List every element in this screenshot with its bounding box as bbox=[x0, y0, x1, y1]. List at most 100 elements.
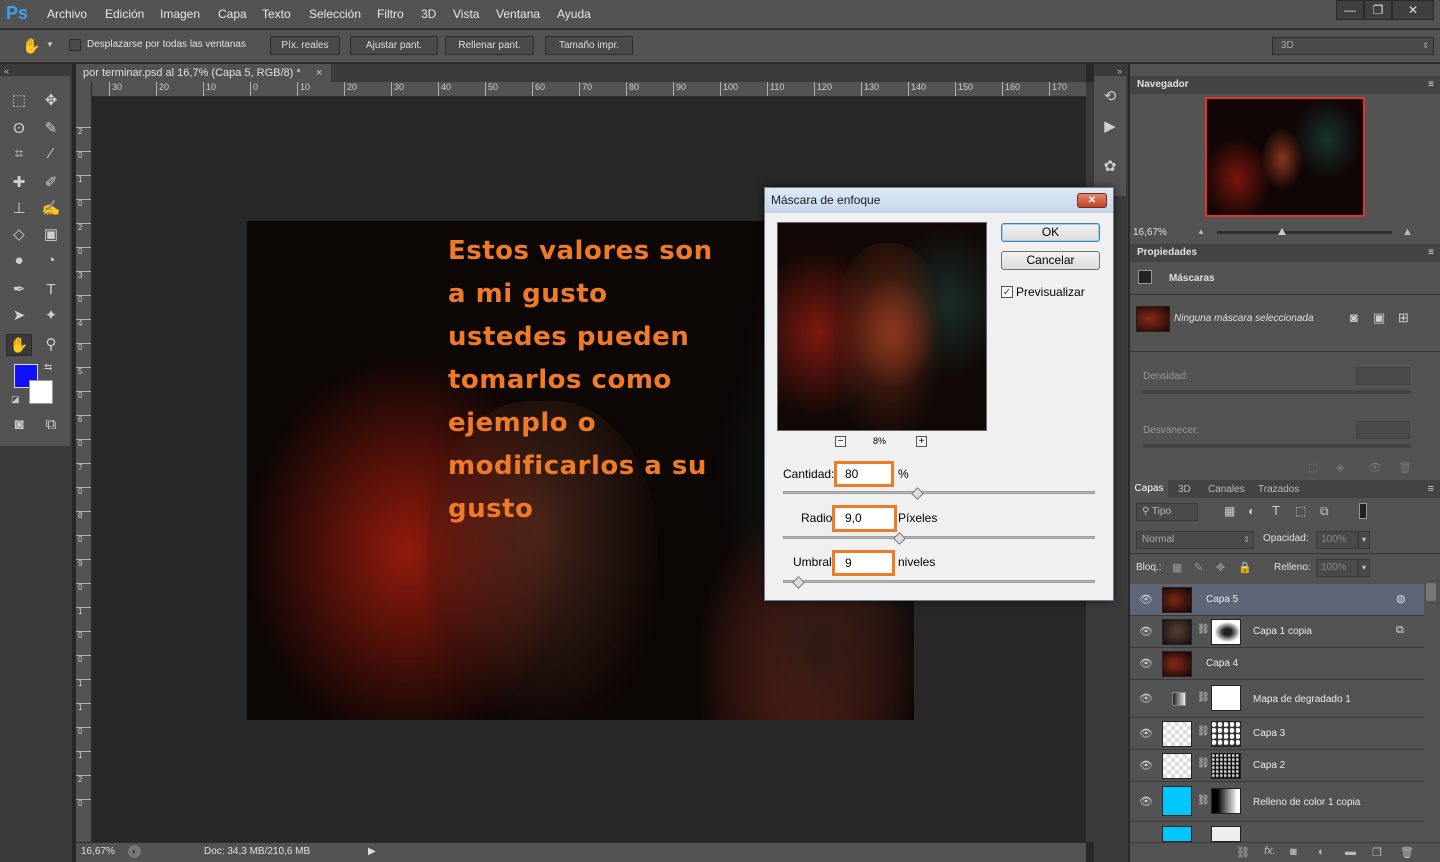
apply-mask-icon[interactable]: ◈ bbox=[1336, 461, 1344, 474]
radius-slider-thumb[interactable] bbox=[893, 532, 906, 545]
tab-capas[interactable]: Capas bbox=[1130, 480, 1168, 498]
load-selection-icon[interactable]: ⬚ bbox=[1308, 461, 1318, 474]
visibility-eye-icon[interactable]: 👁 bbox=[1139, 625, 1153, 639]
shape-tool-icon[interactable]: ✦ bbox=[40, 305, 62, 327]
layer-mask-thumbnail[interactable] bbox=[1211, 788, 1241, 814]
status-info-icon[interactable]: ◐ bbox=[128, 845, 141, 858]
adjustment-layer-icon[interactable]: ◐ bbox=[1318, 846, 1325, 858]
menu-ventana[interactable]: Ventana bbox=[496, 7, 540, 21]
clone-stamp-tool-icon[interactable]: ⊥ bbox=[8, 198, 30, 220]
dialog-close-button[interactable]: ✕ bbox=[1077, 193, 1107, 208]
radius-slider[interactable] bbox=[783, 536, 1095, 539]
panel-menu-icon[interactable]: ≡ bbox=[1428, 244, 1434, 262]
opacity-field[interactable]: 100% bbox=[1316, 531, 1358, 549]
density-field[interactable] bbox=[1356, 367, 1410, 385]
menu-capa[interactable]: Capa bbox=[218, 7, 247, 21]
delete-mask-icon[interactable]: 🗑 bbox=[1398, 461, 1412, 474]
lock-position-icon[interactable]: ✥ bbox=[1216, 561, 1225, 574]
threshold-slider-thumb[interactable] bbox=[792, 576, 805, 589]
hand-tool-active-icon[interactable]: ✋ bbox=[6, 334, 32, 356]
eyedropper-tool-icon[interactable]: ⁄ bbox=[40, 143, 62, 165]
tab-close-icon[interactable]: × bbox=[316, 64, 322, 82]
filter-pixel-icon[interactable]: ▦ bbox=[1224, 504, 1235, 518]
layer-filter-select[interactable]: ⚲ Tipo bbox=[1136, 503, 1198, 521]
actions-panel-icon[interactable]: ▶ bbox=[1099, 116, 1121, 138]
opacity-dropdown-icon[interactable]: ▾ bbox=[1358, 531, 1370, 549]
select-pixel-mask-icon[interactable]: ◙ bbox=[1350, 310, 1358, 325]
menu-texto[interactable]: Texto bbox=[262, 7, 291, 21]
layer-name[interactable]: Capa 5 bbox=[1206, 594, 1238, 605]
filter-smart-object-icon[interactable]: ⧉ bbox=[1320, 504, 1329, 519]
workspace-select[interactable]: 3D ⇕ bbox=[1272, 37, 1434, 55]
amount-slider[interactable] bbox=[783, 491, 1095, 494]
add-mask-icon[interactable]: ◙ bbox=[1290, 846, 1297, 858]
move-tool-icon[interactable]: ✥ bbox=[40, 90, 62, 112]
layer-name[interactable]: Capa 3 bbox=[1253, 728, 1285, 739]
layer-row[interactable]: 👁 ⛓ Relleno de color 1 copia bbox=[1130, 782, 1424, 822]
disable-mask-icon[interactable]: 👁 bbox=[1368, 461, 1382, 474]
add-pixel-mask-icon[interactable]: ▣ bbox=[1373, 310, 1385, 326]
scroll-all-checkbox[interactable] bbox=[69, 39, 81, 51]
quick-mask-icon[interactable]: ◙ bbox=[8, 414, 30, 436]
link-layers-icon[interactable]: ⛓ bbox=[1236, 846, 1250, 859]
background-color-swatch[interactable] bbox=[29, 380, 53, 404]
zoom-tool-icon[interactable]: ⚲ bbox=[40, 334, 62, 356]
trash-icon[interactable]: 🗑 bbox=[1400, 846, 1414, 859]
close-window-button[interactable]: ✕ bbox=[1392, 0, 1434, 20]
new-group-icon[interactable]: ▬ bbox=[1345, 846, 1356, 858]
visibility-eye-icon[interactable]: 👁 bbox=[1139, 795, 1153, 809]
menu-imagen[interactable]: Imagen bbox=[160, 7, 200, 21]
menu-edicion[interactable]: Edición bbox=[105, 7, 144, 21]
preview-checkbox[interactable]: ✓ bbox=[1001, 286, 1013, 298]
layer-mask-thumbnail[interactable] bbox=[1211, 753, 1241, 779]
filter-shape-icon[interactable]: ⬚ bbox=[1295, 504, 1306, 518]
amount-slider-thumb[interactable] bbox=[911, 487, 924, 500]
print-size-button[interactable]: Tamaño impr. bbox=[545, 36, 633, 55]
layer-name[interactable]: Capa 2 bbox=[1253, 760, 1285, 771]
visibility-eye-icon[interactable]: 👁 bbox=[1139, 692, 1153, 706]
panel-menu-icon[interactable]: ≡ bbox=[1428, 483, 1434, 495]
threshold-input[interactable]: 9 bbox=[832, 550, 895, 576]
eraser-tool-icon[interactable]: ◇ bbox=[8, 224, 30, 246]
blend-mode-select[interactable]: Normal ⇕ bbox=[1136, 531, 1254, 549]
minimize-button[interactable]: — bbox=[1336, 0, 1364, 20]
properties-title[interactable]: Propiedades bbox=[1137, 247, 1197, 258]
lock-image-icon[interactable]: ✎ bbox=[1194, 561, 1203, 574]
cancel-button[interactable]: Cancelar bbox=[1001, 251, 1100, 270]
collapse-tools-icon[interactable]: « bbox=[4, 66, 9, 76]
fx-icon[interactable]: fx. bbox=[1264, 845, 1276, 857]
path-select-tool-icon[interactable]: ➤ bbox=[8, 305, 30, 327]
default-colors-icon[interactable]: ◪ bbox=[11, 394, 20, 405]
fill-field[interactable]: 100% bbox=[1316, 559, 1358, 577]
zoom-out-icon[interactable]: ▲ bbox=[1197, 227, 1205, 236]
lasso-tool-icon[interactable]: ʘ bbox=[8, 118, 30, 140]
layer-row[interactable]: 👁 Capa 5 ◍ bbox=[1130, 584, 1424, 616]
filter-toggle[interactable] bbox=[1359, 503, 1367, 519]
layer-mask-thumbnail[interactable] bbox=[1211, 721, 1241, 747]
layer-row[interactable]: 👁 ⛓ Capa 1 copia ⧉ bbox=[1130, 616, 1424, 648]
dodge-tool-icon[interactable]: ◔ bbox=[40, 250, 62, 272]
tab-3d[interactable]: 3D bbox=[1178, 484, 1191, 495]
tab-canales[interactable]: Canales bbox=[1208, 484, 1245, 495]
layer-mask-thumbnail[interactable] bbox=[1211, 685, 1241, 711]
layer-row[interactable]: 👁 Capa 4 bbox=[1130, 648, 1424, 680]
navigator-title[interactable]: Navegador bbox=[1137, 79, 1189, 90]
crop-tool-icon[interactable]: ⌗ bbox=[8, 143, 30, 165]
amount-input[interactable]: 80 bbox=[834, 461, 894, 487]
menu-3d[interactable]: 3D bbox=[421, 7, 436, 21]
collapse-panels-icon[interactable]: » bbox=[1117, 66, 1122, 76]
history-panel-icon[interactable]: ⟲ bbox=[1099, 86, 1121, 108]
layer-row[interactable]: 👁 ⛓ Mapa de degradado 1 bbox=[1130, 680, 1424, 718]
panel-menu-icon[interactable]: ≡ bbox=[1428, 76, 1434, 94]
dialog-preview-image[interactable] bbox=[777, 222, 987, 431]
history-brush-tool-icon[interactable]: ✍ bbox=[40, 198, 62, 220]
brush-tool-icon[interactable]: ✐ bbox=[40, 172, 62, 194]
layer-name[interactable]: Relleno de color 1 copia bbox=[1253, 797, 1360, 808]
type-tool-icon[interactable]: T bbox=[40, 279, 62, 301]
layer-name[interactable]: Capa 1 copia bbox=[1253, 626, 1312, 637]
ok-button[interactable]: OK bbox=[1001, 223, 1100, 242]
menu-ayuda[interactable]: Ayuda bbox=[557, 7, 591, 21]
visibility-eye-icon[interactable]: 👁 bbox=[1139, 727, 1153, 741]
zoom-readout[interactable]: 16,67% bbox=[81, 846, 115, 857]
density-slider[interactable] bbox=[1143, 390, 1411, 394]
